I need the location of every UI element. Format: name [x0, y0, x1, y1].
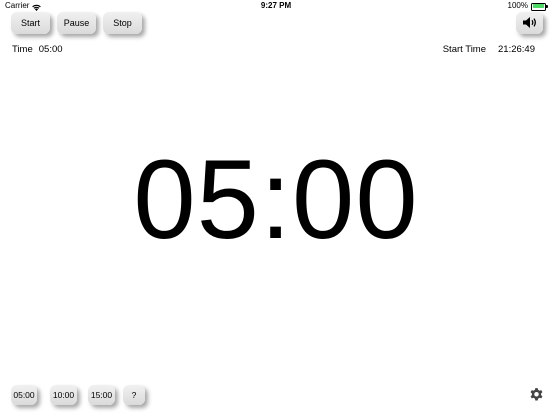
timer-screen: Carrier 9:27 PM 100% Start Pause Stop Ti…	[0, 0, 552, 414]
stop-button[interactable]: Stop	[103, 12, 142, 34]
speaker-icon	[522, 16, 538, 31]
battery-percent: 100%	[507, 1, 528, 10]
preset-button-10min[interactable]: 10:00	[50, 385, 77, 405]
status-bar: Carrier 9:27 PM 100%	[0, 0, 552, 12]
status-right: 100%	[507, 0, 548, 12]
gear-icon	[528, 388, 545, 408]
start-time-value: 21:26:49	[498, 44, 535, 55]
settings-button[interactable]	[528, 387, 545, 404]
start-time-label: Start Time	[442, 44, 487, 55]
sound-button[interactable]	[516, 12, 543, 34]
battery-icon	[531, 2, 548, 11]
start-button[interactable]: Start	[11, 12, 50, 34]
time-label: Time	[12, 44, 33, 55]
help-button[interactable]: ?	[123, 385, 145, 405]
countdown-display: 05:00	[133, 137, 419, 262]
time-info: Time 05:00	[12, 44, 63, 56]
start-time-info: Start Time 21:26:49	[443, 44, 535, 56]
pause-button[interactable]: Pause	[57, 12, 96, 34]
preset-button-15min[interactable]: 15:00	[88, 385, 115, 405]
time-value: 05:00	[38, 44, 63, 55]
status-clock: 9:27 PM	[260, 1, 292, 10]
preset-button-5min[interactable]: 05:00	[11, 385, 37, 405]
